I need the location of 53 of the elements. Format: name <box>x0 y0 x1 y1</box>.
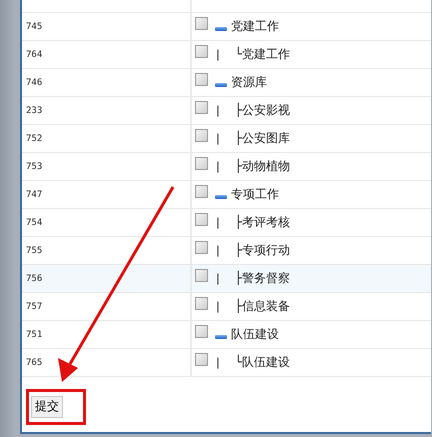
checkbox[interactable] <box>195 17 208 30</box>
category-label: ├信息装备 <box>234 298 290 315</box>
id-cell: 756 <box>26 274 42 284</box>
submit-button[interactable]: 提交 <box>31 396 63 418</box>
id-cell: 764 <box>26 50 42 60</box>
id-cell: 747 <box>26 190 42 200</box>
category-label: ├警务督察 <box>234 270 290 287</box>
tree-guide: | <box>216 272 220 285</box>
id-cell: 765 <box>26 358 42 368</box>
collapse-icon[interactable] <box>215 82 227 86</box>
category-label: 党建工作 <box>231 18 279 35</box>
checkbox[interactable] <box>195 129 208 142</box>
checkbox[interactable] <box>195 213 208 226</box>
checkbox[interactable] <box>195 325 208 338</box>
tree-guide: | <box>216 104 220 117</box>
id-cell: 755 <box>26 246 42 256</box>
id-cell: 745 <box>26 22 42 32</box>
id-cell: 754 <box>26 218 42 228</box>
category-label: 资源库 <box>231 74 267 91</box>
category-label: 专项工作 <box>231 186 279 203</box>
category-label: ├考评考核 <box>234 214 290 231</box>
category-label: ├专项行动 <box>234 242 290 259</box>
tree-guide: | <box>216 132 220 145</box>
checkbox[interactable] <box>195 157 208 170</box>
category-label: └党建工作 <box>234 46 290 63</box>
category-label: ├公安影视 <box>234 102 290 119</box>
category-label: 队伍建设 <box>231 326 279 343</box>
checkbox[interactable] <box>195 73 208 86</box>
tree-guide: | <box>216 48 220 61</box>
category-label: └队伍建设 <box>234 354 290 371</box>
collapse-icon[interactable] <box>215 334 227 338</box>
id-cell: 751 <box>26 330 42 340</box>
checkbox[interactable] <box>195 185 208 198</box>
checkbox[interactable] <box>195 297 208 310</box>
tree-guide: | <box>216 356 220 369</box>
tree-guide: | <box>216 244 220 257</box>
checkbox[interactable] <box>195 101 208 114</box>
tree-guide: | <box>216 216 220 229</box>
category-label: ├动物植物 <box>234 158 290 175</box>
category-label: ├公安图库 <box>234 130 290 147</box>
tree-guide: | <box>216 300 220 313</box>
checkbox[interactable] <box>195 269 208 282</box>
id-cell: 752 <box>26 134 42 144</box>
id-cell: 746 <box>26 78 42 88</box>
id-cell: 233 <box>26 106 42 116</box>
id-cell: 753 <box>26 162 42 172</box>
checkbox[interactable] <box>195 45 208 58</box>
tree-guide: | <box>216 160 220 173</box>
collapse-icon[interactable] <box>215 194 227 198</box>
id-cell: 757 <box>26 302 42 312</box>
collapse-icon[interactable] <box>215 26 227 30</box>
checkbox[interactable] <box>195 241 208 254</box>
checkbox[interactable] <box>195 353 208 366</box>
